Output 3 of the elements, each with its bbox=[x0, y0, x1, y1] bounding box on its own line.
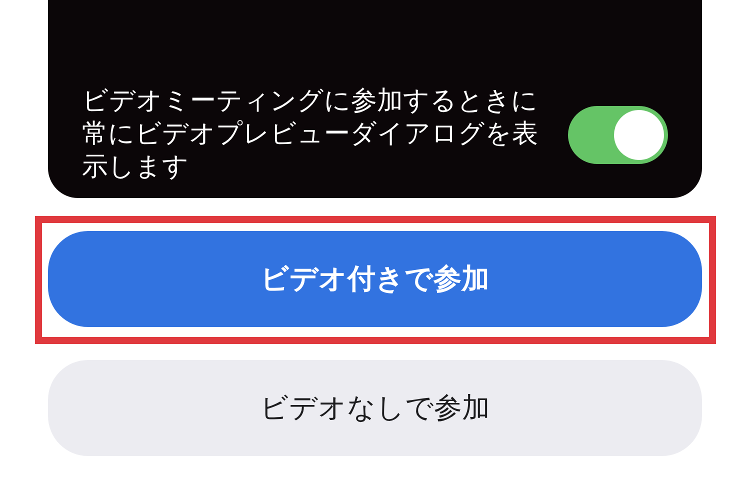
setting-label: ビデオミーティングに参加するときに常にビデオプレビューダイアログを表示します bbox=[82, 85, 539, 184]
join-without-video-button[interactable]: ビデオなしで参加 bbox=[48, 360, 702, 456]
join-with-video-button[interactable]: ビデオ付きで参加 bbox=[48, 231, 702, 327]
